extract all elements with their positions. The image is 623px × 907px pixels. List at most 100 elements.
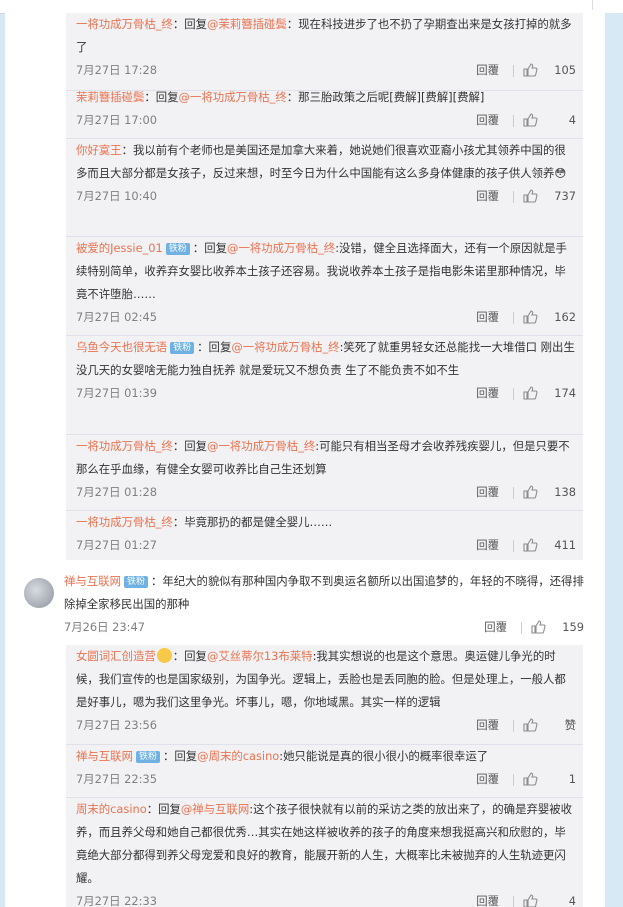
user-name-link[interactable]: 周末的casino xyxy=(76,802,147,816)
reply-body: ：毕竟那扔的都是健全婴儿…… xyxy=(172,515,333,529)
reply-item: 禅与互联网 铁粉 ：回复@周末的casino:她只能说是真的很小很小的概率很幸运了 … xyxy=(76,745,576,791)
reply-body: ：我以前有个老师也是美国还是加拿大来着，她说她们很喜欢亚裔小孩尤其领养中国的很多… xyxy=(76,143,567,180)
timestamp: 7月27日 17:28 xyxy=(76,63,157,77)
reply-text: 禅与互联网 铁粉 ：回复@周末的casino:她只能说是真的很小很小的概率很幸运了 xyxy=(76,745,576,768)
reply-item: 茉莉簪插碰鬓：回复@一将功成万骨枯_终：那三胎政策之后呢[费解][费解][费解]… xyxy=(76,86,576,132)
reply-button[interactable]: 回覆 xyxy=(476,768,499,791)
reply-item: 被爱的Jessie_01 铁粉 ：回复@一将功成万骨枯_终:没错，健全且选择面大，还… xyxy=(76,237,576,329)
reply-button[interactable]: 回覆 xyxy=(476,481,499,504)
divider xyxy=(513,312,514,324)
like-count: 4 xyxy=(568,113,576,127)
divider xyxy=(513,388,514,400)
user-name-link[interactable]: 被爱的Jessie_01 xyxy=(76,241,163,255)
thumbs-up-icon[interactable] xyxy=(530,619,546,635)
reply-meta: 7月27日 23:56 回覆 赞 xyxy=(76,714,576,737)
fan-badge: 铁粉 xyxy=(165,243,190,255)
user-name-link[interactable]: 女圆词汇创造营 xyxy=(76,649,156,663)
mention-link[interactable]: @一将功成万骨枯_终 xyxy=(207,439,315,453)
divider xyxy=(513,896,514,907)
comment-item: 禅与互联网 铁粉 ：年纪大的貌似有那种国内争取不到奥运名额所以出国追梦的，年轻的不晓… xyxy=(64,570,584,639)
timestamp: 7月27日 10:40 xyxy=(76,189,157,203)
top-strip-slot xyxy=(592,0,623,10)
reply-item: 一将功成万骨枯_终：毕竟那扔的都是健全婴儿…… 7月27日 01:27 回覆 411 xyxy=(76,511,576,557)
like-count: 162 xyxy=(554,310,576,324)
reply-text: 乌鱼今天也很无语 铁粉 ：回复@一将功成万骨枯_终:笑死了就重男轻女还总能找一大堆借… xyxy=(76,336,576,382)
fan-badge: 铁粉 xyxy=(135,751,160,763)
reply-meta: 7月27日 17:00 回覆 4 xyxy=(76,109,576,132)
reply-text: 被爱的Jessie_01 铁粉 ：回复@一将功成万骨枯_终:没错，健全且选择面大，还… xyxy=(76,237,576,306)
mention-link[interactable]: @一将功成万骨枯_终 xyxy=(231,340,339,354)
reply-button[interactable]: 回覆 xyxy=(476,382,499,405)
like-count: 411 xyxy=(554,538,576,552)
reply-body: :她只能说是真的很小很小的概率很幸运了 xyxy=(279,749,489,763)
user-name-link[interactable]: 茉莉簪插碰鬓 xyxy=(76,90,144,104)
user-name-link[interactable]: 禅与互联网 xyxy=(64,574,121,588)
user-name-link[interactable]: 一将功成万骨枯_终 xyxy=(76,515,173,529)
thumbs-up-icon[interactable] xyxy=(522,537,538,553)
timestamp: 7月27日 02:45 xyxy=(76,310,157,324)
thumbs-up-icon[interactable] xyxy=(522,112,538,128)
reply-button[interactable]: 回覆 xyxy=(476,109,499,132)
mention-link[interactable]: @艾丝蒂尔13布莱特 xyxy=(207,649,313,663)
comment-panel: 一将功成万骨枯_终：回复@茉莉簪插碰鬓：现在科技进步了也不扔了孕期查出来是女孩打… xyxy=(5,13,605,907)
right-margin xyxy=(605,13,623,907)
reply-button[interactable]: 回覆 xyxy=(476,185,499,208)
reply-text: 你好寞王：我以前有个老师也是美国还是加拿大来着，她说她们很喜欢亚裔小孩尤其领养中… xyxy=(76,139,576,185)
divider xyxy=(513,774,514,786)
user-avatar[interactable] xyxy=(24,578,54,608)
like-count: 174 xyxy=(554,386,576,400)
reply-meta: 7月27日 01:27 回覆 411 xyxy=(76,534,576,557)
thumbs-up-icon[interactable] xyxy=(522,771,538,787)
reply-button[interactable]: 回覆 xyxy=(476,890,499,907)
fan-badge: 铁粉 xyxy=(170,342,195,354)
mention-link[interactable]: @周末的casino xyxy=(197,749,279,763)
reply-meta: 7月27日 22:33 回覆 4 xyxy=(76,890,576,907)
reply-prefix: ：回复 xyxy=(162,749,198,763)
user-name-link[interactable]: 乌鱼今天也很无语 xyxy=(76,340,167,354)
reply-item: 乌鱼今天也很无语 铁粉 ：回复@一将功成万骨枯_终:笑死了就重男轻女还总能找一大堆借… xyxy=(76,336,576,405)
user-name-link[interactable]: 禅与互联网 xyxy=(76,749,133,763)
timestamp: 7月26日 23:47 xyxy=(64,620,145,634)
thumbs-up-icon[interactable] xyxy=(522,62,538,78)
thumbs-up-icon[interactable] xyxy=(522,188,538,204)
like-count: 1 xyxy=(568,772,576,786)
timestamp: 7月27日 17:00 xyxy=(76,113,157,127)
thumbs-up-icon[interactable] xyxy=(522,717,538,733)
reply-prefix: ：回复 xyxy=(144,90,179,104)
reply-button[interactable]: 回覆 xyxy=(476,534,499,557)
mention-link[interactable]: @禅与互联网 xyxy=(181,802,249,816)
thumbs-up-icon[interactable] xyxy=(522,309,538,325)
reply-item: 周末的casino：回复@禅与互联网:这个孩子很快就有以前的采访之类的放出来了，… xyxy=(76,798,576,907)
timestamp: 7月27日 01:39 xyxy=(76,386,157,400)
reply-item: 一将功成万骨枯_终：回复@茉莉簪插碰鬓：现在科技进步了也不扔了孕期查出来是女孩打… xyxy=(76,13,576,82)
mention-link[interactable]: @茉莉簪插碰鬓 xyxy=(207,17,287,31)
thumbs-up-icon[interactable] xyxy=(522,385,538,401)
timestamp: 7月27日 22:33 xyxy=(76,894,157,907)
reply-text: 女圆词汇创造营 ：回复@艾丝蒂尔13布莱特:我其实想说的也是这个意思。奥运健儿争光… xyxy=(76,645,576,714)
user-name-link[interactable]: 一将功成万骨枯_终 xyxy=(76,439,173,453)
thumbs-up-icon[interactable] xyxy=(522,484,538,500)
mention-link[interactable]: @一将功成万骨枯_终 xyxy=(227,241,335,255)
fan-badge: 铁粉 xyxy=(123,576,148,588)
reply-meta: 7月27日 01:28 回覆 138 xyxy=(76,481,576,504)
like-count: 4 xyxy=(568,894,576,907)
reply-body: ：那三胎政策之后呢[费解][费解][费解] xyxy=(286,90,485,104)
reply-item: 女圆词汇创造营 ：回复@艾丝蒂尔13布莱特:我其实想说的也是这个意思。奥运健儿争光… xyxy=(76,645,576,737)
user-name-link[interactable]: 一将功成万骨枯_终 xyxy=(76,17,173,31)
user-name-link[interactable]: 你好寞王 xyxy=(76,143,122,157)
like-count: 138 xyxy=(554,485,576,499)
reply-prefix: ：回复 xyxy=(172,439,208,453)
timestamp: 7月27日 01:28 xyxy=(76,485,157,499)
like-count: 737 xyxy=(554,189,576,203)
timestamp: 7月27日 01:27 xyxy=(76,538,157,552)
mention-link[interactable]: @一将功成万骨枯_终 xyxy=(179,90,287,104)
reply-button[interactable]: 回覆 xyxy=(476,59,499,82)
browser-top-strip xyxy=(0,0,623,14)
reply-button[interactable]: 回覆 xyxy=(476,714,499,737)
reply-text: 一将功成万骨枯_终：回复@茉莉簪插碰鬓：现在科技进步了也不扔了孕期查出来是女孩打… xyxy=(76,13,576,59)
reply-button[interactable]: 回覆 xyxy=(484,616,507,639)
thumbs-up-icon[interactable] xyxy=(522,893,538,907)
reply-button[interactable]: 回覆 xyxy=(476,306,499,329)
divider xyxy=(513,115,514,127)
like-count: 赞 xyxy=(564,718,576,732)
